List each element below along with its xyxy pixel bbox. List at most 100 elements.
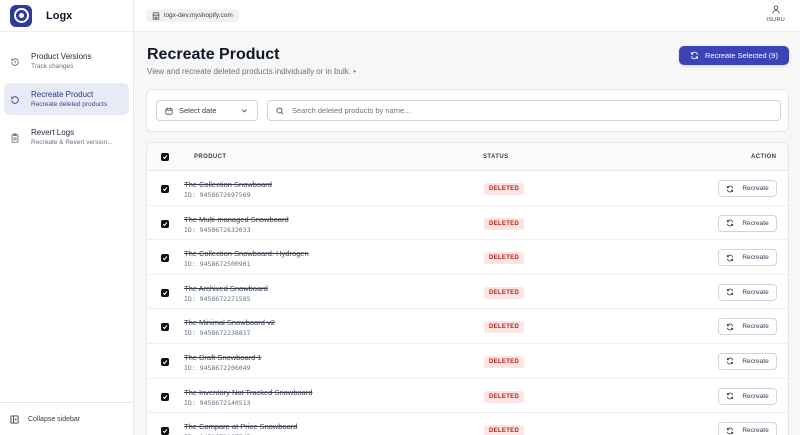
product-id: ID: 9458672140513 — [184, 398, 251, 407]
recreate-button[interactable]: Recreate — [718, 249, 777, 267]
row-checkbox[interactable] — [161, 323, 169, 332]
check-icon — [162, 187, 168, 192]
sidebar-item-label: Product Versions — [31, 52, 92, 61]
refresh-icon — [691, 51, 698, 60]
table-body: The Collection Snowboard ID: 94586726975… — [147, 171, 788, 435]
check-icon — [162, 325, 168, 330]
store-chip[interactable]: logx-dev.myshopify.com — [146, 9, 239, 22]
sidebar-item-label: Revert Logs — [31, 128, 75, 137]
table-row: The Archived Snowboard ID: 9458672271585… — [147, 275, 788, 310]
product-id: ID: 9458672206049 — [184, 363, 251, 372]
recreate-button[interactable]: Recreate — [718, 318, 777, 336]
recreate-button-label: Recreate — [742, 219, 769, 227]
user-icon — [772, 5, 780, 14]
restore-icon — [11, 96, 19, 104]
row-checkbox[interactable] — [161, 288, 169, 297]
date-select[interactable]: Select date — [156, 100, 258, 121]
sidebar: Logx Product Versions Track changes Recr… — [0, 0, 134, 435]
refresh-icon — [727, 358, 734, 365]
table-row: The Collection Snowboard: Hydrogen ID: 9… — [147, 240, 788, 275]
check-icon — [162, 256, 168, 261]
date-select-label: Select date — [179, 106, 217, 115]
refresh-icon — [727, 185, 734, 192]
app-name: Logx — [46, 9, 73, 22]
recreate-button-label: Recreate — [742, 288, 769, 296]
sidebar-item-revert-logs[interactable]: Revert Logs Recreate & Revert version... — [4, 121, 129, 153]
recreate-button-label: Recreate — [742, 392, 769, 400]
page-title: Recreate Product — [147, 46, 280, 63]
product-name: The Collection Snowboard: Hydrogen — [184, 249, 309, 259]
search-box[interactable] — [267, 100, 781, 121]
row-checkbox[interactable] — [161, 357, 169, 366]
check-icon — [162, 394, 168, 399]
check-icon — [162, 429, 168, 434]
recreate-button[interactable]: Recreate — [718, 387, 777, 405]
recreate-button-label: Recreate — [742, 427, 769, 435]
product-id: ID: 9458672271585 — [184, 294, 251, 303]
status-badge: DELETED — [484, 321, 525, 334]
sidebar-item-product-versions[interactable]: Product Versions Track changes — [4, 45, 129, 77]
sidebar-item-sublabel: Recreate deleted products — [31, 101, 108, 108]
status-badge: DELETED — [484, 390, 525, 403]
refresh-icon — [727, 254, 734, 262]
column-header-action: ACTION — [751, 154, 777, 160]
refresh-icon — [727, 288, 734, 296]
status-badge: DELETED — [484, 252, 525, 265]
status-badge: DELETED — [484, 425, 525, 435]
table-row: The Compare at Price Snowboard ID: 94586… — [147, 413, 788, 435]
store-icon — [152, 11, 160, 20]
sidebar-nav: Product Versions Track changes Recreate … — [0, 32, 133, 153]
status-badge: DELETED — [484, 217, 525, 230]
recreate-button[interactable]: Recreate — [718, 422, 777, 435]
filter-bar: Select date — [146, 89, 789, 132]
row-checkbox[interactable] — [161, 185, 169, 193]
search-icon — [276, 106, 284, 115]
product-id: ID: 9458672697569 — [184, 191, 251, 199]
row-checkbox[interactable] — [161, 219, 169, 228]
refresh-icon — [727, 323, 734, 331]
product-name: The Archived Snowboard — [184, 283, 268, 293]
product-name: The Minimal Snowboard v2 — [184, 318, 275, 328]
check-icon — [162, 221, 168, 226]
sidebar-item-recreate-product[interactable]: Recreate Product Recreate deleted produc… — [4, 83, 129, 115]
recreate-button-label: Recreate — [742, 323, 769, 331]
check-icon — [162, 290, 168, 296]
collapse-sidebar-label: Collapse sidebar — [28, 415, 81, 423]
collapse-sidebar-button[interactable]: Collapse sidebar — [0, 402, 134, 435]
column-header-product: PRODUCT — [194, 154, 227, 160]
brand: Logx — [0, 0, 133, 32]
user-menu[interactable]: ISURU — [766, 5, 785, 23]
table-row: The Draft Snowboard 1 ID: 9458672206049 … — [147, 344, 788, 379]
sidebar-collapse-icon — [10, 414, 19, 424]
recreate-selected-button[interactable]: Recreate Selected (9) — [679, 46, 789, 65]
history-icon — [11, 58, 19, 66]
select-all-checkbox[interactable] — [161, 153, 169, 161]
row-checkbox[interactable] — [161, 392, 169, 401]
row-checkbox[interactable] — [161, 254, 169, 263]
product-id: ID: 9458672500961 — [184, 260, 251, 269]
status-badge: DELETED — [484, 355, 525, 368]
sidebar-item-sublabel: Track changes — [31, 63, 74, 70]
refresh-icon — [727, 392, 734, 400]
row-checkbox[interactable] — [161, 427, 169, 435]
recreate-button[interactable]: Recreate — [718, 214, 777, 232]
table-row: The Multi-managed Snowboard ID: 94586726… — [147, 206, 788, 241]
sidebar-item-sublabel: Recreate & Revert version... — [31, 139, 113, 146]
deleted-products-table: PRODUCT STATUS ACTION The Collection Sno… — [146, 142, 789, 435]
recreate-button-label: Recreate — [742, 185, 769, 192]
search-input[interactable] — [292, 106, 772, 115]
product-id: ID: 9458672238817 — [184, 329, 251, 338]
recreate-selected-label: Recreate Selected (9) — [705, 51, 778, 60]
recreate-button[interactable]: Recreate — [718, 180, 777, 197]
sidebar-item-label: Recreate Product — [31, 90, 94, 99]
logo-icon — [10, 4, 32, 27]
table-row: The Inventory Not Tracked Snowboard ID: … — [147, 379, 788, 414]
recreate-button[interactable]: Recreate — [718, 283, 777, 301]
page-subtitle: View and recreate deleted products indiv… — [147, 67, 356, 76]
recreate-button[interactable]: Recreate — [718, 352, 777, 370]
user-name: ISURU — [766, 17, 785, 23]
store-domain: logx-dev.myshopify.com — [164, 12, 233, 19]
product-id: ID: 9458672632033 — [184, 225, 251, 234]
table-header: PRODUCT STATUS ACTION — [147, 143, 788, 171]
calendar-icon — [165, 107, 173, 115]
